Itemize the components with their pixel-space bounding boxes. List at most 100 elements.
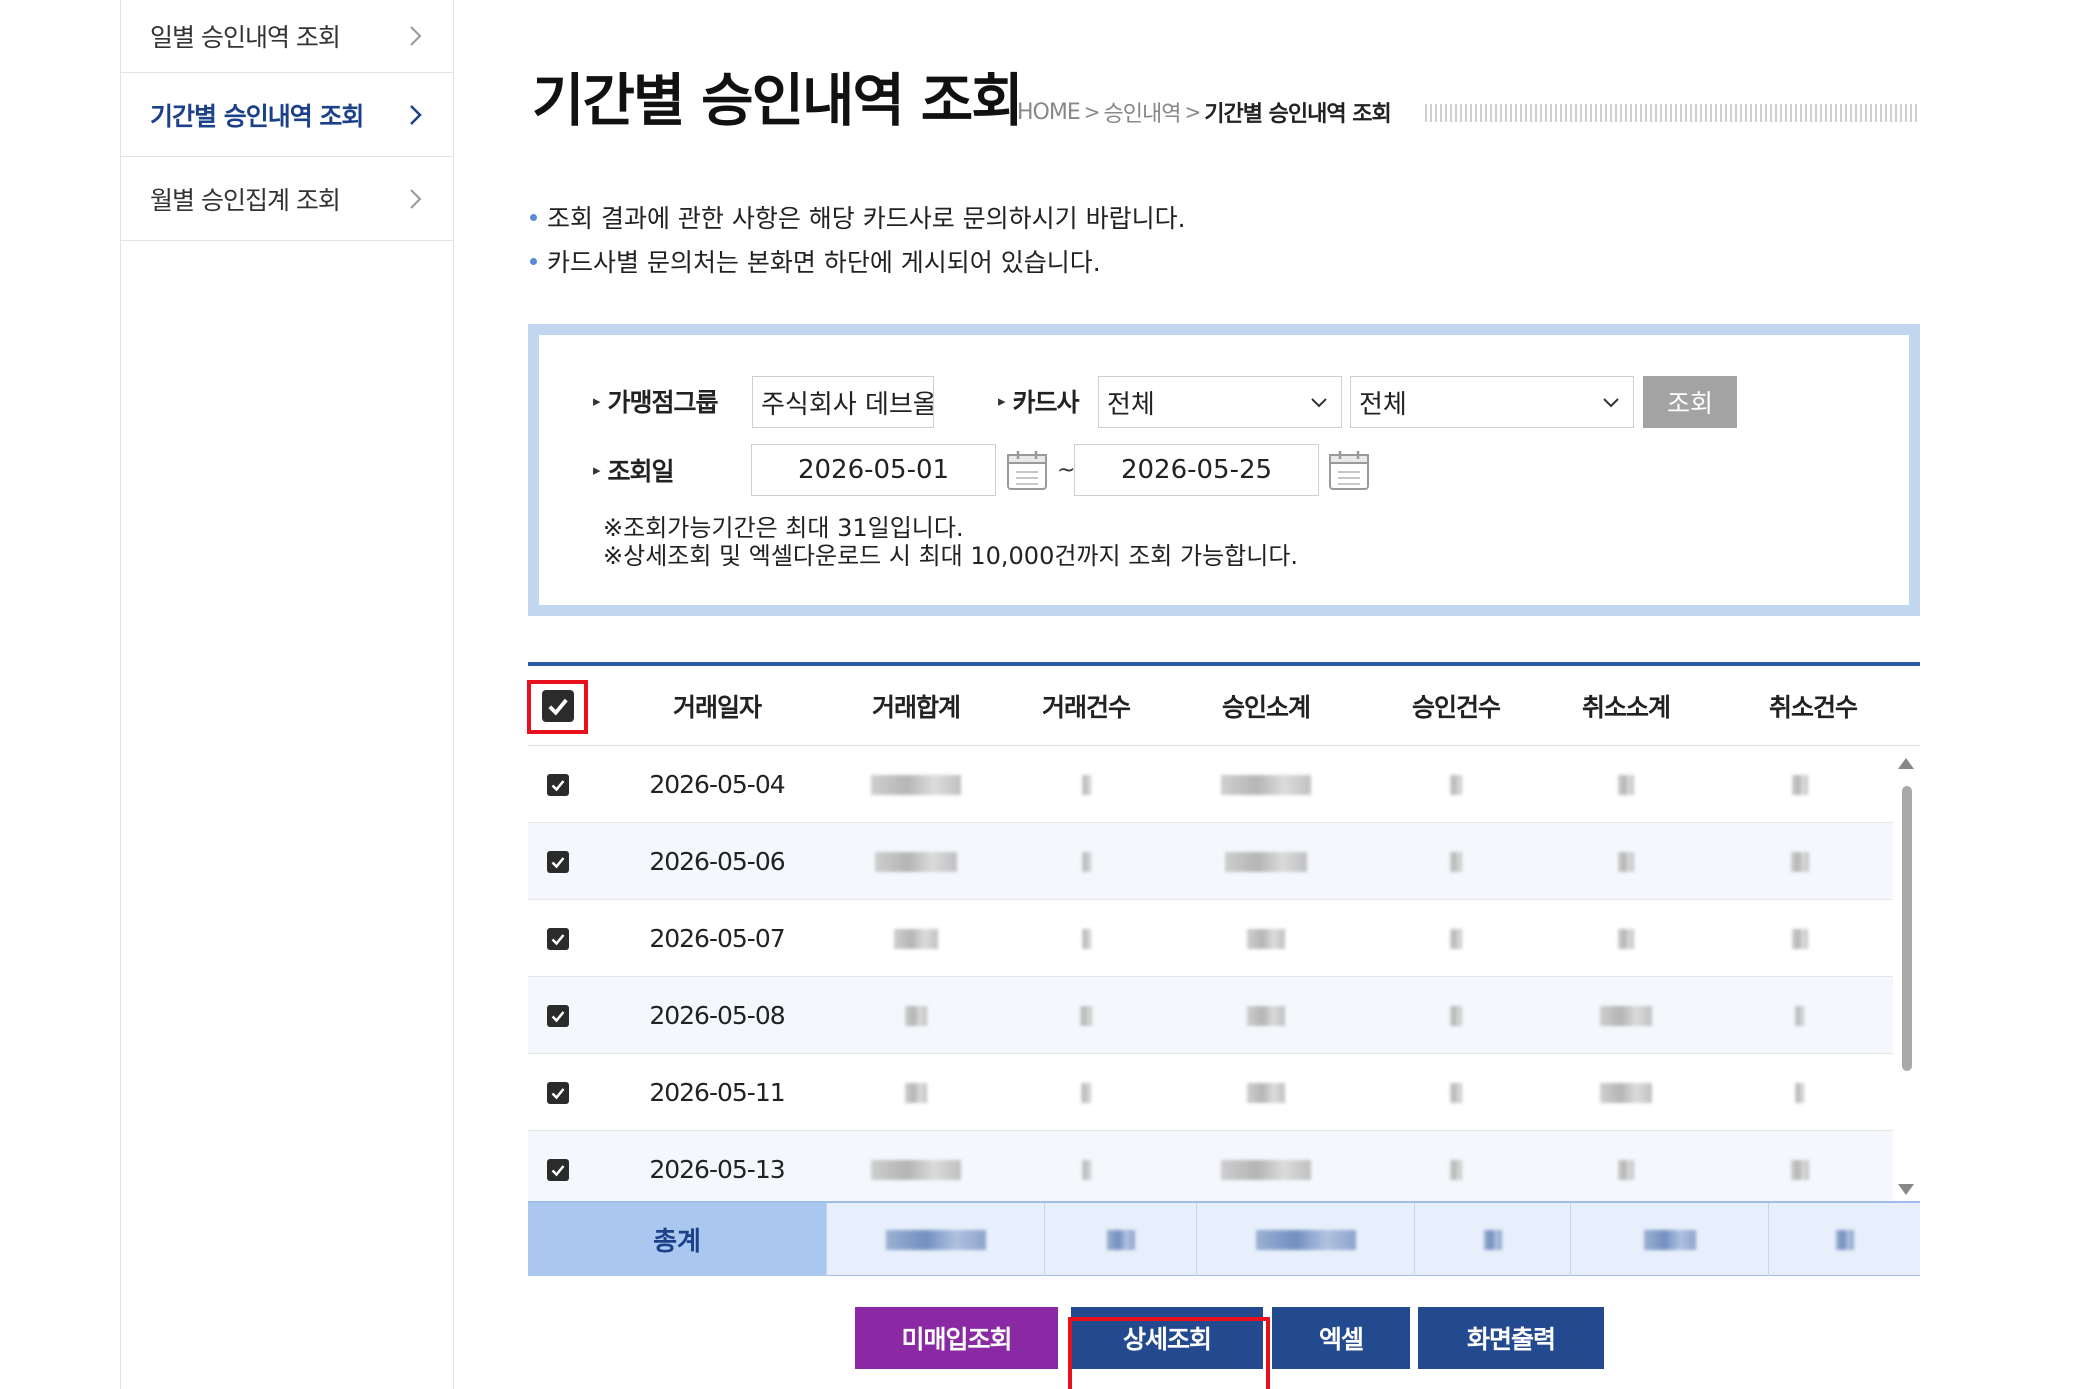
table-scrollbar[interactable] bbox=[1893, 746, 1920, 1201]
row-checkbox[interactable] bbox=[547, 927, 569, 950]
date-from-input[interactable]: 2026-05-01 bbox=[751, 444, 996, 496]
masked-cell bbox=[1166, 1131, 1366, 1201]
chevron-right-icon bbox=[410, 26, 422, 46]
table-row[interactable]: 2026-05-04 bbox=[528, 746, 1893, 823]
column-header[interactable]: 승인소계 bbox=[1166, 666, 1366, 746]
table-body[interactable]: 2026-05-04 2026-05-06 2026-05-07 2026-05… bbox=[528, 746, 1920, 1201]
table-total-row: 총계 bbox=[528, 1201, 1920, 1276]
masked-cell bbox=[1706, 1131, 1893, 1201]
masked-cell bbox=[826, 977, 1006, 1054]
table-header: 거래일자 거래합계 거래건수 승인소계 승인건수 취소소계 취소건수 bbox=[527, 666, 1920, 746]
column-header[interactable]: 거래합계 bbox=[826, 666, 1006, 746]
notice-item: 카드사별 문의처는 본화면 하단에 게시되어 있습니다. bbox=[530, 239, 1186, 283]
sidebar-item-period-approval[interactable]: 기간별 승인내역 조회 bbox=[121, 73, 453, 157]
table-row[interactable]: 2026-05-11 bbox=[528, 1054, 1893, 1131]
column-header[interactable]: 취소건수 bbox=[1706, 666, 1920, 746]
breadcrumb-section[interactable]: 승인내역 bbox=[1104, 96, 1182, 128]
row-checkbox[interactable] bbox=[547, 850, 569, 873]
date-cell: 2026-05-11 bbox=[649, 1078, 785, 1107]
masked-total-cell bbox=[1768, 1203, 1920, 1276]
masked-cell bbox=[826, 900, 1006, 977]
sidebar-item-label: 기간별 승인내역 조회 bbox=[150, 101, 364, 131]
row-checkbox[interactable] bbox=[547, 1004, 569, 1027]
row-checkbox[interactable] bbox=[547, 1081, 569, 1104]
column-header[interactable]: 거래건수 bbox=[1006, 666, 1166, 746]
column-header[interactable]: 거래일자 bbox=[627, 666, 807, 746]
merchant-group-field[interactable]: 주식회사 데브올컴퍼 bbox=[752, 376, 934, 428]
date-to-input[interactable]: 2026-05-25 bbox=[1074, 444, 1319, 496]
row-checkbox[interactable] bbox=[547, 773, 569, 796]
scroll-down-icon[interactable] bbox=[1898, 1184, 1914, 1195]
sidebar-item-label: 일별 승인내역 조회 bbox=[150, 23, 341, 52]
masked-cell bbox=[1006, 746, 1166, 823]
table-row[interactable]: 2026-05-07 bbox=[528, 900, 1893, 977]
breadcrumb-home[interactable]: HOME bbox=[1017, 100, 1081, 125]
notice-list: 조회 결과에 관한 사항은 해당 카드사로 문의하시기 바랍니다. 카드사별 문… bbox=[530, 195, 1186, 283]
search-button[interactable]: 조회 bbox=[1643, 376, 1737, 428]
masked-cell bbox=[1706, 977, 1893, 1054]
date-label-text: 조회일 bbox=[607, 457, 675, 486]
masked-cell bbox=[1006, 977, 1166, 1054]
calendar-icon[interactable] bbox=[1327, 448, 1371, 492]
masked-cell bbox=[1366, 900, 1546, 977]
notice-item: 조회 결과에 관한 사항은 해당 카드사로 문의하시기 바랍니다. bbox=[530, 195, 1186, 239]
check-icon bbox=[551, 856, 565, 868]
masked-cell bbox=[826, 1131, 1006, 1201]
chevron-right-icon bbox=[410, 104, 422, 125]
masked-cell bbox=[1366, 977, 1546, 1054]
date-cell: 2026-05-04 bbox=[649, 770, 785, 799]
merchant-group-label-text: 가맹점그룹 bbox=[607, 388, 719, 417]
check-icon bbox=[551, 1087, 565, 1099]
masked-cell bbox=[1546, 823, 1706, 900]
masked-cell bbox=[1546, 1131, 1706, 1201]
row-checkbox-cell bbox=[528, 977, 588, 1054]
arrow-right-icon: ▸ bbox=[593, 392, 600, 410]
arrow-right-icon: ▸ bbox=[593, 461, 600, 479]
masked-cell bbox=[1546, 900, 1706, 977]
masked-total-cell bbox=[1414, 1203, 1570, 1276]
date-separator: ~ bbox=[1057, 458, 1076, 483]
breadcrumb: HOME > 승인내역 > 기간별 승인내역 조회 bbox=[1017, 96, 1392, 128]
column-header[interactable]: 승인건수 bbox=[1366, 666, 1546, 746]
excel-button[interactable]: 엑셀 bbox=[1272, 1307, 1410, 1369]
row-checkbox-cell bbox=[528, 900, 588, 977]
chevron-down-icon bbox=[1311, 398, 1327, 408]
masked-cell bbox=[1166, 977, 1366, 1054]
total-label: 총계 bbox=[528, 1203, 826, 1276]
date-cell: 2026-05-13 bbox=[649, 1155, 785, 1184]
sidebar-item-daily-approval[interactable]: 일별 승인내역 조회 bbox=[121, 0, 453, 73]
column-header[interactable]: 취소소계 bbox=[1546, 666, 1706, 746]
scroll-up-icon[interactable] bbox=[1898, 758, 1914, 769]
breadcrumb-separator-icon: > bbox=[1083, 100, 1101, 124]
title-decoration bbox=[1425, 104, 1920, 122]
masked-cell bbox=[1366, 823, 1546, 900]
masked-cell bbox=[1366, 1131, 1546, 1201]
table-row[interactable]: 2026-05-13 bbox=[528, 1131, 1893, 1201]
masked-cell bbox=[1706, 1054, 1893, 1131]
masked-cell bbox=[826, 1054, 1006, 1131]
print-button[interactable]: 화면출력 bbox=[1418, 1307, 1604, 1369]
masked-cell bbox=[1366, 1054, 1546, 1131]
row-checkbox[interactable] bbox=[547, 1158, 569, 1181]
merchant-group-label: ▸ 가맹점그룹 bbox=[593, 383, 719, 419]
card-company-select[interactable]: 전체 bbox=[1098, 376, 1342, 428]
breadcrumb-separator-icon: > bbox=[1184, 100, 1201, 124]
date-cell: 2026-05-08 bbox=[649, 1001, 785, 1030]
table-row[interactable]: 2026-05-06 bbox=[528, 823, 1893, 900]
card-company-select-value: 전체 bbox=[1107, 389, 1155, 420]
sidebar-item-monthly-summary[interactable]: 월별 승인집계 조회 bbox=[121, 157, 453, 241]
result-table: 거래일자 거래합계 거래건수 승인소계 승인건수 취소소계 취소건수 2026-… bbox=[527, 662, 1920, 1276]
masked-cell bbox=[826, 823, 1006, 900]
masked-cell bbox=[1706, 823, 1893, 900]
scrollbar-thumb[interactable] bbox=[1902, 786, 1912, 1071]
table-row[interactable]: 2026-05-08 bbox=[528, 977, 1893, 1054]
unpurchased-inquiry-button[interactable]: 미매입조회 bbox=[855, 1307, 1058, 1369]
breadcrumb-current: 기간별 승인내역 조회 bbox=[1204, 102, 1391, 127]
row-checkbox-cell bbox=[528, 823, 588, 900]
masked-cell bbox=[1706, 900, 1893, 977]
page-title: 기간별 승인내역 조회 bbox=[532, 68, 1024, 134]
chevron-right-icon bbox=[410, 188, 422, 209]
card-company-sub-select[interactable]: 전체 bbox=[1350, 376, 1634, 428]
select-all-highlight bbox=[527, 680, 588, 734]
calendar-icon[interactable] bbox=[1005, 448, 1049, 492]
